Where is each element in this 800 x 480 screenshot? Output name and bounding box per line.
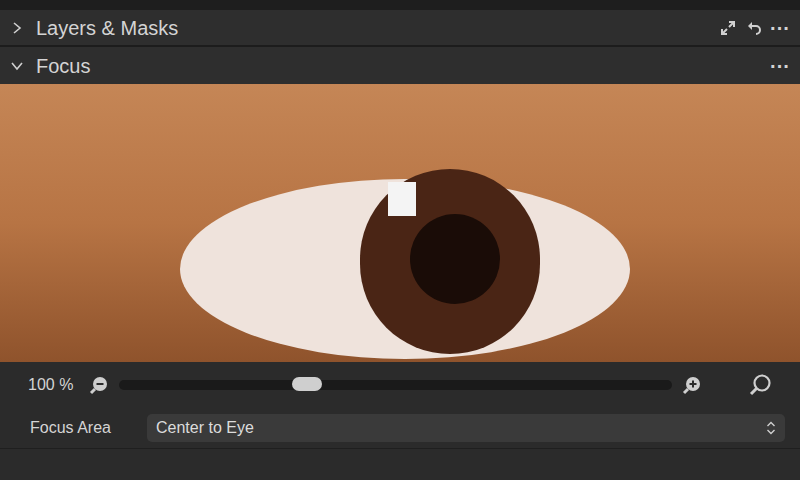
panel-bottom (0, 448, 800, 480)
layers-header[interactable]: Layers & Masks ··· (0, 10, 800, 47)
menu-button[interactable]: ··· (770, 18, 790, 38)
section-title: Focus (36, 51, 90, 81)
zoom-reading: 100 % (28, 373, 73, 397)
focus-area-label: Focus Area (30, 416, 147, 440)
search-icon[interactable] (748, 373, 772, 397)
focus-preview-photo (0, 84, 800, 362)
zoom-slider-handle[interactable] (292, 377, 322, 391)
zoom-slider-track[interactable] (119, 380, 672, 390)
pupil (410, 214, 500, 304)
focus-panel: Layers & Masks ··· Focus ··· 100 % Focus… (0, 0, 800, 480)
expand-icon[interactable] (720, 20, 736, 36)
section-title: Layers & Masks (36, 13, 178, 43)
updown-icon (766, 420, 776, 436)
menu-button[interactable]: ··· (770, 56, 790, 76)
chevron-icon[interactable] (10, 21, 24, 35)
zoom-row: 100 % (0, 362, 800, 408)
zoom-out-icon[interactable] (89, 375, 109, 395)
eye-highlight (388, 182, 416, 216)
reset-icon[interactable] (746, 20, 762, 36)
chevron-icon[interactable] (10, 59, 24, 73)
focus-header[interactable]: Focus ··· (0, 47, 800, 84)
top-strip (0, 0, 800, 10)
focus-area-dropdown[interactable]: Center to Eye (147, 414, 785, 442)
focus-area-row: Focus Area Center to Eye (0, 408, 800, 448)
focus-area-value: Center to Eye (156, 416, 766, 440)
zoom-in-icon[interactable] (682, 375, 702, 395)
